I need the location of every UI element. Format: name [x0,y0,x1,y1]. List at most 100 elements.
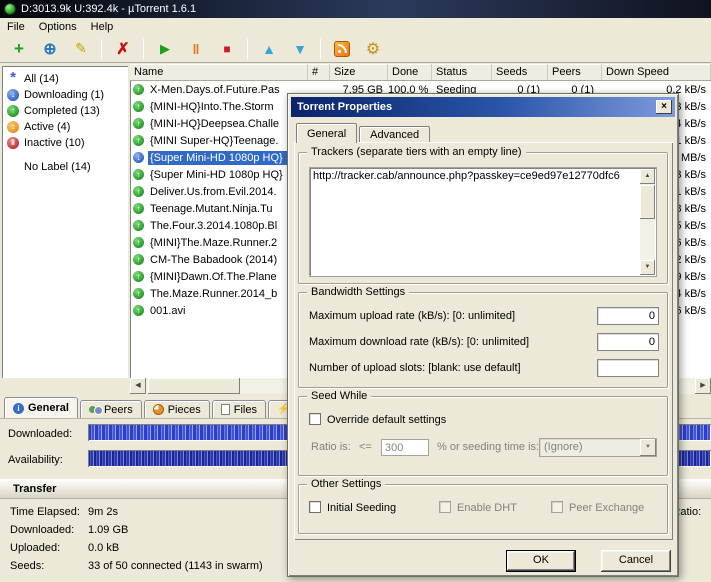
column-header-down-speed[interactable]: Down Speed [602,64,711,80]
upload-slots-label: Number of upload slots: [blank: use defa… [309,362,521,374]
textarea-vertical-scrollbar[interactable]: ▲ ▼ [640,169,655,275]
toolbar-separator [101,38,102,59]
move-down-button[interactable]: ▼ [287,37,313,60]
tab-pieces[interactable]: Pieces [143,400,210,418]
max-upload-rate-field[interactable] [597,307,659,325]
scrollbar-thumb[interactable] [640,185,655,219]
downloading-status-icon: ↓ [133,152,144,163]
create-torrent-button[interactable]: ✎ [68,37,94,60]
menu-file[interactable]: File [0,20,32,34]
add-from-url-button[interactable]: ⊕ [37,37,63,60]
column-header-done[interactable]: Done [388,64,432,80]
torrent-name: The.Four.3.2014.1080p.Bl [150,219,278,232]
remove-torrent-button[interactable]: ✗ [110,37,136,60]
column-header-seeds[interactable]: Seeds [492,64,548,80]
toolbar: + ⊕ ✎ ✗ ▶ ‖ ■ ▲ ▼ ⚙ [0,35,711,63]
max-download-rate-field[interactable] [597,333,659,351]
scroll-left-icon[interactable]: ◀ [130,378,146,394]
trackers-textarea[interactable]: http://tracker.cab/announce.php?passkey=… [309,167,657,277]
dialog-tab-general[interactable]: General [296,123,358,143]
scroll-down-icon[interactable]: ▼ [640,260,655,275]
sidebar-item-active[interactable]: ↕ Active (4) [2,119,128,135]
torrent-name: The.Maze.Runner.2014_b [150,287,278,300]
completed-filter-icon: ↑ [7,105,19,117]
column-header-name[interactable]: Name [130,64,308,80]
column-header-size[interactable]: Size [330,64,388,80]
tab-peers[interactable]: Peers [79,400,142,418]
close-icon[interactable]: × [656,100,672,114]
scroll-up-icon[interactable]: ▲ [640,169,655,184]
torrent-name: {MINI}Dawn.Of.The.Plane [150,270,277,283]
sidebar-item-label: Downloading (1) [24,89,105,101]
trackers-group-label: Trackers (separate tiers with an empty l… [307,146,526,158]
seed-while-group-label: Seed While [307,390,372,402]
info-icon: i [13,402,24,414]
dialog-title: Torrent Properties [297,101,393,113]
sidebar-item-label: No Label (14) [24,161,91,173]
chevron-down-icon[interactable]: ▼ [640,439,656,456]
add-torrent-button[interactable]: + [6,37,32,60]
initial-seeding-label: Initial Seeding [327,502,397,514]
torrent-name: {MINI-HQ}Into.The.Storm [150,100,274,113]
override-default-checkbox[interactable] [309,413,321,425]
torrent-name: {Super Mini-HD 1080p HQ} [148,150,308,165]
utorrent-main-window: D:3013.9k U:392.4k - µTorrent 1.6.1 File… [0,0,711,582]
rss-downloader-button[interactable] [329,37,355,60]
stop-torrent-button[interactable]: ■ [214,37,240,60]
toolbar-separator [320,38,321,59]
seeding-status-icon: ↑ [133,271,144,282]
sidebar-item-all[interactable]: * All (14) [2,70,128,87]
seeding-time-label: % or seeding time is: [437,441,540,453]
rss-icon [334,40,350,57]
pause-torrent-button[interactable]: ‖ [183,37,209,60]
tab-files[interactable]: Files [211,400,266,418]
column-header-number[interactable]: # [308,64,330,80]
enable-dht-checkbox[interactable] [439,501,451,513]
ratio-operator-label: <= [359,441,372,453]
sidebar-item-no-label[interactable]: No Label (14) [2,159,128,175]
sidebar-item-label: Active (4) [24,121,71,133]
peer-exchange-checkbox[interactable] [551,501,563,513]
uploaded-label: Uploaded: [10,542,61,554]
seeding-time-value: (Ignore) [544,441,583,453]
availability-bar-label: Availability: [8,454,63,466]
start-torrent-button[interactable]: ▶ [152,37,178,60]
sidebar-item-completed[interactable]: ↑ Completed (13) [2,103,128,119]
no-label-icon [7,161,19,173]
ratio-value-field[interactable] [381,439,429,456]
initial-seeding-checkbox[interactable] [309,501,321,513]
seeding-status-icon: ↑ [133,118,144,129]
time-elapsed-label: Time Elapsed: [10,506,80,518]
torrent-name: CM-The Babadook (2014) [150,253,278,266]
menu-help[interactable]: Help [84,20,121,34]
dialog-tab-advanced[interactable]: Advanced [359,126,431,143]
pie-icon [152,404,164,415]
preferences-button[interactable]: ⚙ [360,37,386,60]
torrent-name: Deliver.Us.from.Evil.2014. [150,185,277,198]
sidebar-item-inactive[interactable]: ‖ Inactive (10) [2,135,128,151]
torrent-name: X-Men.Days.of.Future.Pas [150,83,280,96]
dialog-tabs: General Advanced [296,123,432,143]
seeding-time-select[interactable]: (Ignore) ▼ [539,438,657,457]
trackers-group: Trackers (separate tiers with an empty l… [298,146,668,284]
scroll-right-icon[interactable]: ▶ [695,378,711,394]
ok-button[interactable]: OK [506,550,576,572]
menu-options[interactable]: Options [32,20,84,34]
file-icon [220,404,230,415]
column-header-status[interactable]: Status [432,64,492,80]
column-header-peers[interactable]: Peers [548,64,602,80]
torrent-name: {MINI-HQ}Deepsea.Challe [150,117,280,130]
other-settings-group: Other Settings Initial Seeding Enable DH… [298,478,668,534]
peer-exchange-label: Peer Exchange [569,502,645,514]
torrent-name: Teenage.Mutant.Ninja.Tu [150,202,273,215]
upload-slots-field[interactable] [597,359,659,377]
window-titlebar[interactable]: D:3013.9k U:392.4k - µTorrent 1.6.1 [0,0,711,18]
dialog-titlebar[interactable]: Torrent Properties × [291,97,675,117]
seeding-status-icon: ↑ [133,186,144,197]
move-up-button[interactable]: ▲ [256,37,282,60]
sidebar-item-downloading[interactable]: ↓ Downloading (1) [2,87,128,103]
scrollbar-thumb[interactable] [148,378,240,394]
cancel-button[interactable]: Cancel [601,550,671,572]
tab-general[interactable]: i General [4,397,78,418]
